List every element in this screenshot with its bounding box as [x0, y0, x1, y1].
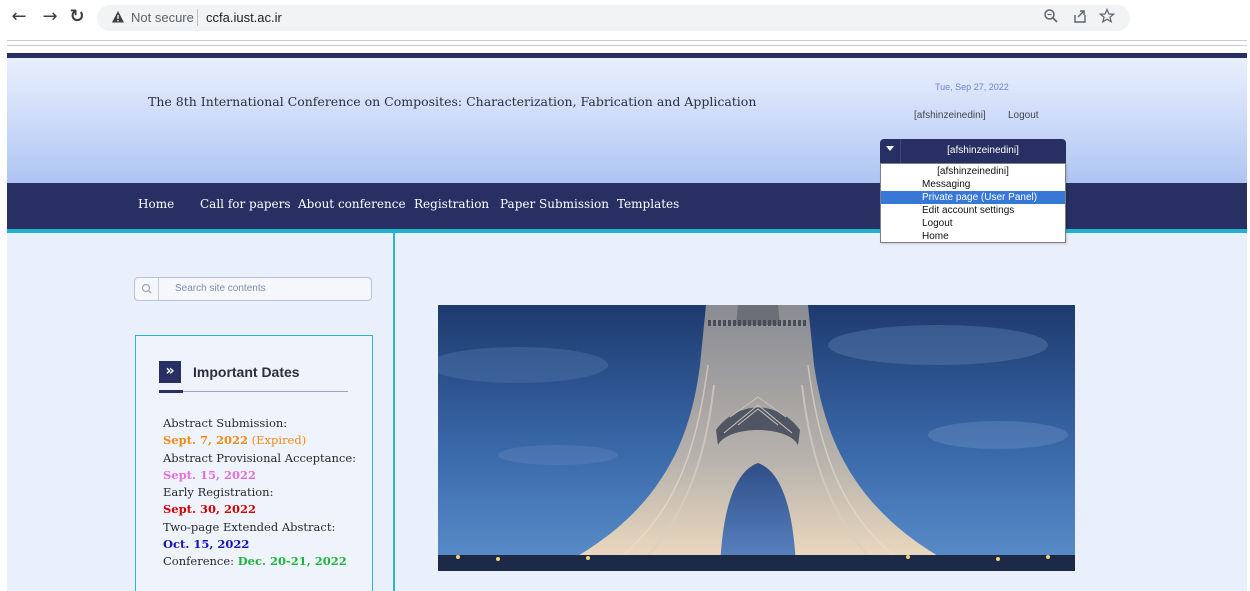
dropdown-option-messaging[interactable]: Messaging — [881, 178, 1065, 191]
content-area: Search site contents » Important Dates A… — [7, 233, 1247, 591]
search-input[interactable]: Search site contents — [134, 277, 372, 301]
nav-call-for-papers[interactable]: Call for papers — [200, 197, 291, 211]
extended-abstract-label: Two-page Extended Abstract: — [163, 519, 336, 534]
dropdown-option-edit-account[interactable]: Edit account settings — [881, 204, 1065, 217]
warning-icon — [112, 11, 124, 23]
conference-row: Conference: Dec. 20-21, 2022 — [163, 553, 356, 570]
logout-link[interactable]: Logout — [1008, 110, 1039, 121]
divider — [7, 40, 1247, 41]
share-icon[interactable] — [1070, 8, 1090, 28]
username-link[interactable]: [afshinzeinedini] — [914, 110, 986, 121]
title-underline — [159, 391, 348, 392]
dropdown-option-private-page[interactable]: Private page (User Panel) — [881, 191, 1065, 204]
abstract-submission-row: Sept. 7, 2022 (Expired) — [163, 432, 356, 449]
column-divider — [393, 233, 395, 591]
page: The 8th International Conference on Comp… — [0, 36, 1250, 591]
dropdown-selected[interactable]: [afshinzeinedini] — [900, 145, 1066, 156]
security-label[interactable]: Not secure — [131, 10, 194, 25]
provisional-label: Abstract Provisional Acceptance: — [163, 450, 357, 465]
title-underline-accent — [159, 390, 183, 393]
forward-button[interactable]: → — [39, 6, 61, 28]
dropdown-option-username[interactable]: [afshinzeinedini] — [881, 165, 1065, 178]
browser-toolbar: ← → ↻ Not secure ccfa.iust.ac.ir — [0, 0, 1250, 36]
nav-registration[interactable]: Registration — [414, 197, 489, 211]
azadi-tower-image — [438, 305, 1075, 571]
back-button[interactable]: ← — [8, 6, 30, 28]
zoom-icon[interactable] — [1041, 8, 1061, 28]
dates-list: Abstract Submission: Sept. 7, 2022 (Expi… — [163, 415, 356, 571]
user-dropdown-menu: [afshinzeinedini] Messaging Private page… — [880, 163, 1066, 243]
dropdown-option-logout[interactable]: Logout — [881, 217, 1065, 230]
early-registration-label: Early Registration: — [163, 485, 274, 500]
conference-label: Conference: — [163, 554, 235, 569]
nav-about-conference[interactable]: About conference — [298, 197, 406, 211]
nav-paper-submission[interactable]: Paper Submission — [500, 197, 609, 211]
provisional-date: Sept. 15, 2022 — [163, 467, 256, 482]
expired-status: (Expired) — [251, 433, 307, 448]
important-dates-panel: » Important Dates Abstract Submission: S… — [135, 335, 373, 591]
extended-abstract-date: Oct. 15, 2022 — [163, 537, 250, 552]
header-date: Tue, Sep 27, 2022 — [935, 82, 1009, 92]
reload-button[interactable]: ↻ — [66, 6, 88, 28]
abstract-submission-date: Sept. 7, 2022 — [163, 433, 248, 448]
dropdown-option-home[interactable]: Home — [881, 230, 1065, 243]
site-title: The 8th International Conference on Comp… — [148, 94, 757, 109]
url-text[interactable]: ccfa.iust.ac.ir — [206, 10, 282, 25]
user-dropdown[interactable]: [afshinzeinedini] — [880, 139, 1066, 163]
nav-home[interactable]: Home — [138, 197, 174, 211]
address-bar[interactable]: Not secure ccfa.iust.ac.ir — [97, 5, 1130, 31]
conference-date: Dec. 20-21, 2022 — [237, 554, 347, 569]
nav-templates[interactable]: Templates — [617, 197, 679, 211]
caret-down-icon[interactable] — [886, 146, 894, 151]
search-icon[interactable] — [135, 278, 159, 300]
important-dates-title: Important Dates — [193, 364, 300, 380]
divider — [7, 45, 1247, 46]
search-placeholder: Search site contents — [175, 283, 266, 294]
early-registration-date: Sept. 30, 2022 — [163, 502, 256, 517]
double-chevron-icon: » — [159, 361, 181, 383]
omnibox-separator — [197, 9, 198, 26]
abstract-submission-label: Abstract Submission: — [163, 416, 288, 430]
star-icon[interactable] — [1097, 7, 1117, 28]
